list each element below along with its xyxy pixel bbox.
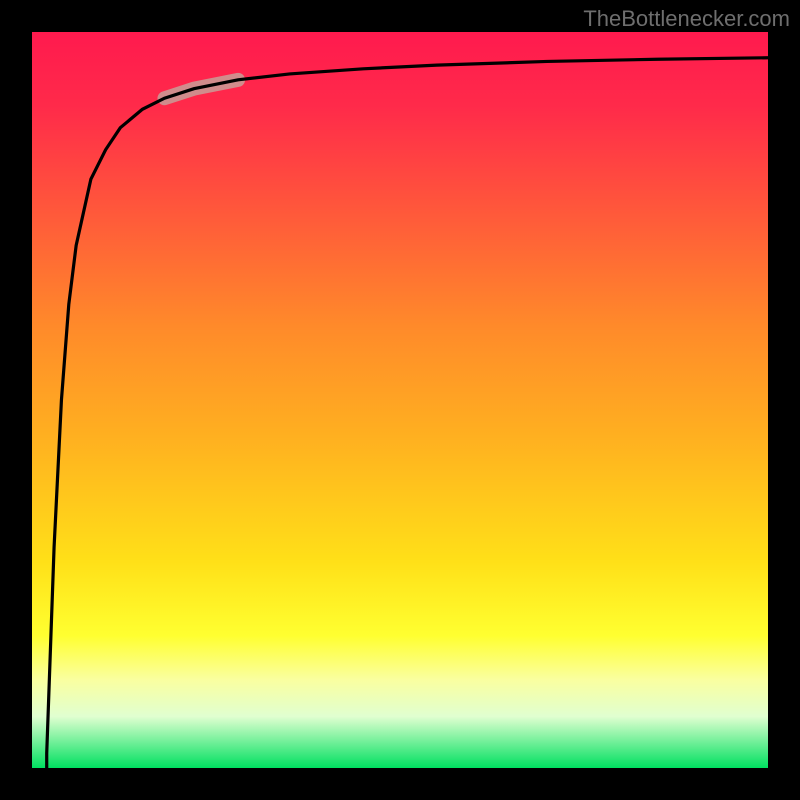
curve-layer xyxy=(32,32,768,768)
attribution-label: TheBottlenecker.com xyxy=(583,6,790,32)
bottleneck-curve xyxy=(47,58,768,768)
chart-container: TheBottlenecker.com xyxy=(0,0,800,800)
